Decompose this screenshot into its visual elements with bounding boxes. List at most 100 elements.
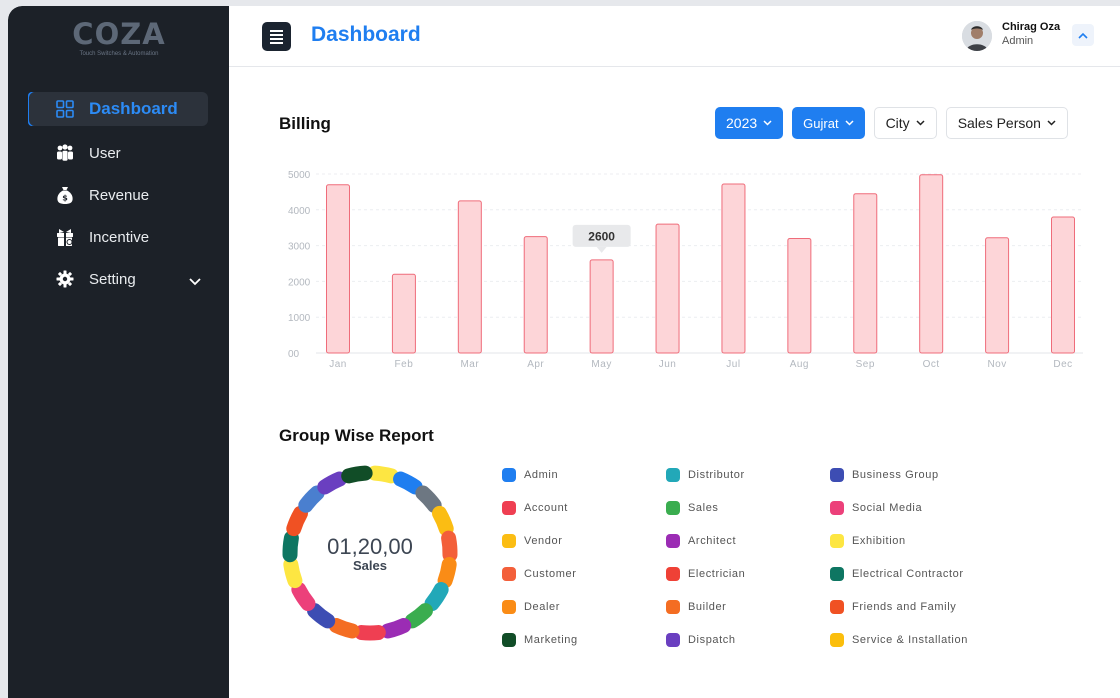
- donut-total-label: Sales: [353, 558, 387, 573]
- sidebar-item-label: Revenue: [89, 186, 150, 204]
- legend-item[interactable]: Electrical Contractor: [830, 567, 964, 581]
- donut-segment[interactable]: [291, 582, 316, 611]
- bar-apr[interactable]: [523, 236, 548, 354]
- donut-segment[interactable]: [317, 471, 347, 495]
- legend-item[interactable]: Friends and Family: [830, 600, 956, 614]
- legend-item[interactable]: Service & Installation: [830, 633, 968, 647]
- bar-jun[interactable]: [655, 223, 680, 354]
- menu-toggle-button[interactable]: [262, 22, 291, 51]
- legend-swatch: [502, 501, 516, 515]
- bar-nov[interactable]: [985, 237, 1010, 354]
- legend-item[interactable]: Dispatch: [666, 633, 736, 647]
- x-tick-label: Jul: [726, 359, 740, 370]
- donut-segment[interactable]: [393, 471, 423, 495]
- legend-item[interactable]: Distributor: [666, 468, 745, 482]
- legend-item[interactable]: Exhibition: [830, 534, 906, 548]
- bar-sep[interactable]: [853, 193, 878, 354]
- brand-logo[interactable]: COZA Touch Switches & Automation: [66, 18, 172, 58]
- group-legend: Admin Account Vendor Customer Dealer Marketin…: [502, 461, 1002, 661]
- chevron-down-icon: [845, 120, 854, 126]
- donut-segment[interactable]: [328, 618, 360, 639]
- grid-icon: [54, 98, 76, 120]
- bar-may[interactable]: [589, 259, 614, 354]
- top-header: Dashboard Chirag Oza Admin: [229, 6, 1120, 67]
- x-tick-label: Dec: [1053, 359, 1072, 370]
- legend-swatch: [502, 633, 516, 647]
- chevron-down-icon[interactable]: [189, 273, 201, 290]
- y-tick-label: 5000: [288, 170, 311, 181]
- brand-tagline: Touch Switches & Automation: [79, 51, 159, 57]
- bar-dec[interactable]: [1051, 216, 1075, 354]
- legend-label: Business Group: [852, 469, 939, 481]
- legend-item[interactable]: Dealer: [502, 600, 560, 614]
- sidebar: COZA Touch Switches & Automation Dashboa…: [8, 6, 229, 698]
- group-report-title: Group Wise Report: [279, 426, 434, 445]
- sidebar-item-dashboard[interactable]: Dashboard: [29, 92, 208, 126]
- donut-total-value: 01,20,00: [327, 534, 413, 559]
- tooltip-value: 2600: [588, 229, 615, 243]
- x-tick-label: Aug: [790, 359, 809, 370]
- donut-segment[interactable]: [367, 465, 399, 484]
- legend-label: Customer: [524, 568, 577, 580]
- chevron-down-icon: [1047, 120, 1056, 126]
- donut-segment[interactable]: [341, 465, 373, 484]
- legend-label: Dispatch: [688, 634, 736, 646]
- legend-label: Marketing: [524, 634, 578, 646]
- legend-item[interactable]: Builder: [666, 600, 726, 614]
- users-icon: [54, 142, 76, 164]
- donut-segment[interactable]: [432, 505, 454, 537]
- legend-item[interactable]: Admin: [502, 468, 558, 482]
- sales-person-filter[interactable]: Sales Person: [945, 107, 1068, 139]
- legend-swatch: [830, 534, 844, 548]
- legend-label: Builder: [688, 601, 727, 613]
- legend-item[interactable]: Sales: [666, 501, 719, 515]
- donut-segment[interactable]: [298, 485, 325, 513]
- billing-title: Billing: [279, 114, 331, 133]
- x-tick-label: Sep: [856, 359, 875, 370]
- sidebar-item-revenue[interactable]: $ Revenue: [8, 174, 229, 216]
- bar-aug[interactable]: [787, 237, 812, 354]
- legend-label: Admin: [524, 469, 559, 481]
- legend-item[interactable]: Electrician: [666, 567, 745, 581]
- chevron-up-icon: [1078, 32, 1088, 39]
- profile-menu-button[interactable]: [1072, 24, 1094, 46]
- app-window: COZA Touch Switches & Automation Dashboa…: [8, 6, 1120, 698]
- legend-item[interactable]: Vendor: [502, 534, 562, 548]
- legend-item[interactable]: Business Group: [830, 468, 939, 482]
- legend-swatch: [502, 534, 516, 548]
- bar-jul[interactable]: [721, 183, 746, 354]
- bar-jan[interactable]: [326, 184, 350, 354]
- legend-label: Sales: [688, 502, 719, 514]
- donut-segment[interactable]: [380, 618, 412, 639]
- legend-item[interactable]: Marketing: [502, 633, 578, 647]
- donut-segment[interactable]: [286, 505, 308, 537]
- bar-oct[interactable]: [919, 174, 944, 354]
- user-role: Admin: [1002, 35, 1034, 47]
- donut-segment[interactable]: [404, 603, 433, 629]
- state-filter[interactable]: Gujrat: [792, 107, 865, 139]
- year-filter[interactable]: 2023: [715, 107, 784, 139]
- donut-segment[interactable]: [307, 603, 336, 629]
- legend-item[interactable]: Customer: [502, 567, 576, 581]
- gift-icon: [54, 226, 76, 248]
- bar-mar[interactable]: [457, 200, 482, 354]
- legend-item[interactable]: Social Media: [830, 501, 922, 515]
- legend-label: Friends and Family: [852, 601, 957, 613]
- legend-item[interactable]: Architect: [666, 534, 736, 548]
- legend-item[interactable]: Account: [502, 501, 568, 515]
- sidebar-item-incentive[interactable]: Incentive: [8, 216, 229, 258]
- y-tick-label: 4000: [288, 206, 311, 217]
- x-tick-label: Apr: [527, 359, 544, 370]
- sidebar-nav: Dashboard User $ Revenue Incentive Setti…: [8, 92, 229, 300]
- sidebar-item-user[interactable]: User: [8, 132, 229, 174]
- city-filter[interactable]: City: [873, 107, 937, 139]
- sidebar-item-label: User: [89, 144, 121, 162]
- avatar[interactable]: [962, 21, 992, 51]
- bar-feb[interactable]: [391, 273, 416, 354]
- donut-segment[interactable]: [424, 582, 449, 611]
- donut-segment[interactable]: [415, 485, 442, 513]
- legend-label: Vendor: [524, 535, 563, 547]
- legend-label: Distributor: [688, 469, 745, 481]
- legend-label: Service & Installation: [852, 634, 968, 646]
- sidebar-item-setting[interactable]: Setting: [8, 258, 229, 300]
